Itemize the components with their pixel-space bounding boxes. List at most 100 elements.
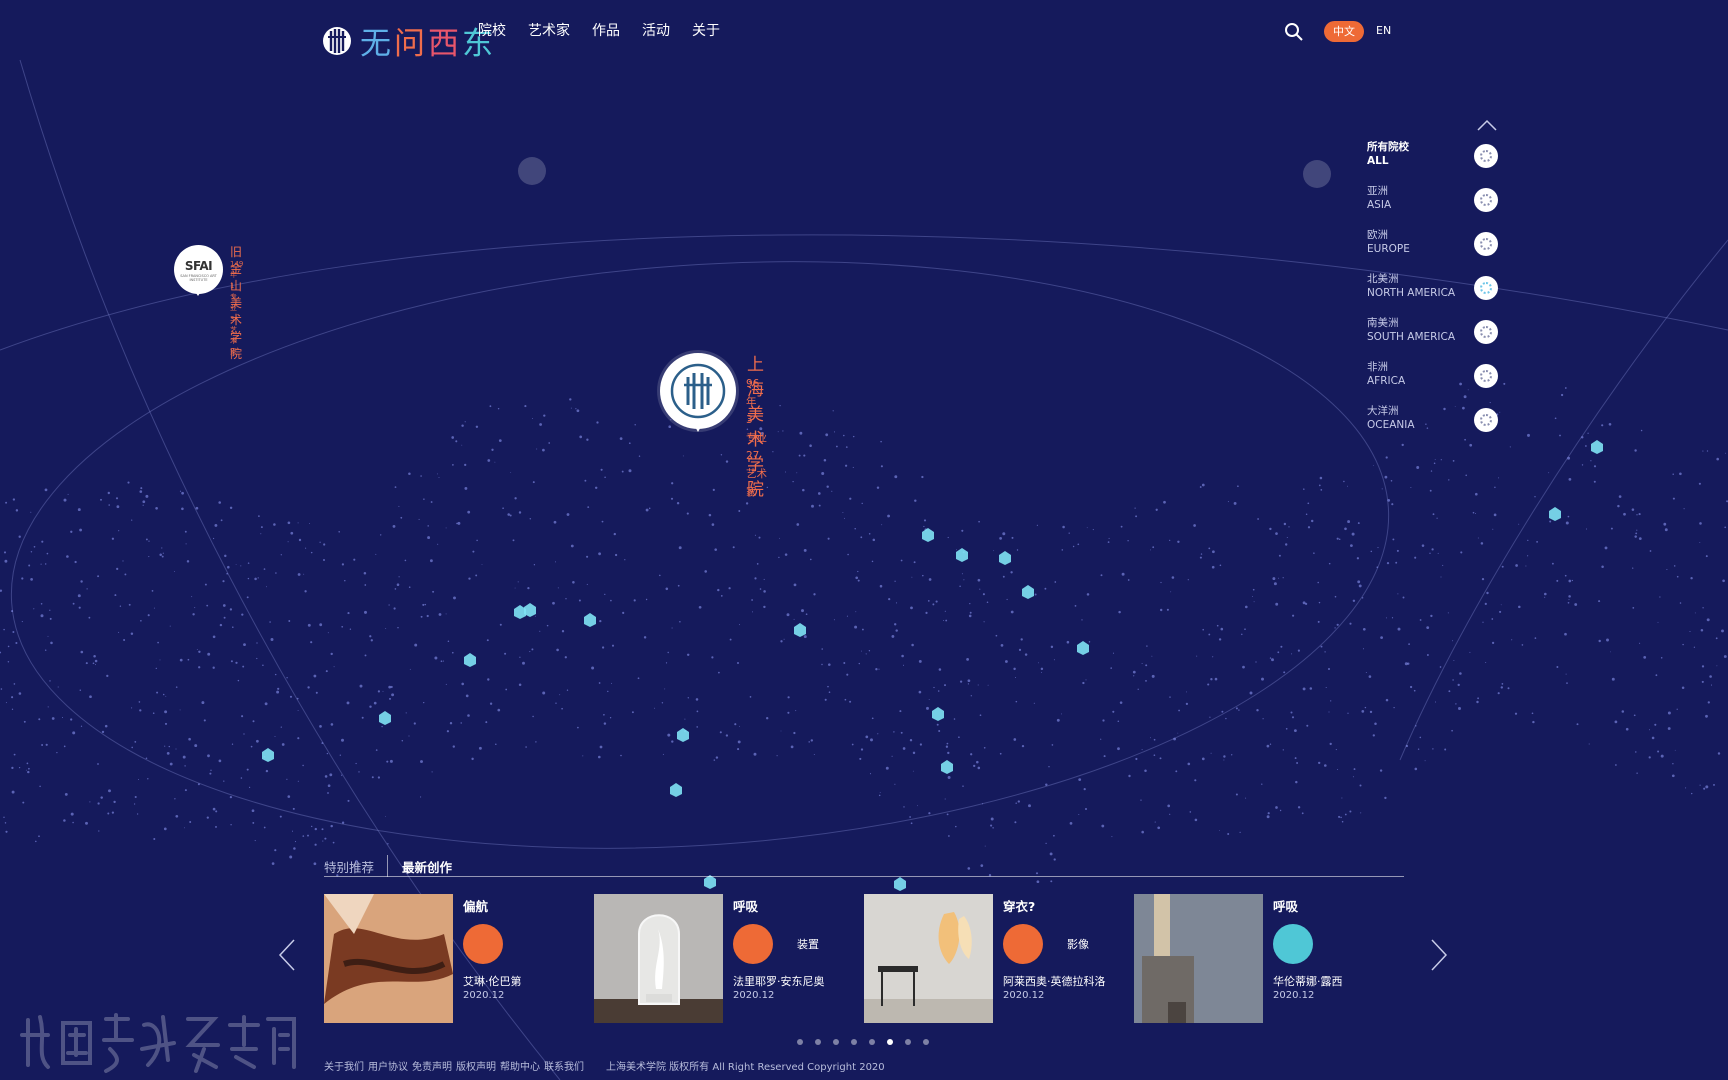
work-card[interactable]: 偏航 艾琳·伦巴第 2020.12 — [324, 894, 574, 1024]
pager-dot[interactable] — [851, 1039, 857, 1045]
tab-latest[interactable]: 最新创作 — [402, 857, 452, 876]
footer-link-about[interactable]: 关于我们 — [324, 1058, 364, 1073]
carousel-prev-icon[interactable] — [278, 938, 296, 972]
school-crystal-marker[interactable] — [1077, 641, 1089, 655]
school-crystal-marker[interactable] — [894, 877, 906, 891]
region-africa[interactable]: 非洲 AFRICA — [1367, 360, 1501, 404]
school-crystal-marker[interactable] — [1022, 585, 1034, 599]
region-north-america[interactable]: 北美洲 NORTH AMERICA — [1367, 272, 1501, 316]
chevron-up-icon[interactable] — [1476, 118, 1498, 132]
sfai-logo[interactable]: SFAI SAN FRANCISCO ART INSTITUTE — [174, 245, 223, 296]
pager-dot[interactable] — [905, 1039, 911, 1045]
school-crystal-marker[interactable] — [794, 623, 806, 637]
work-thumbnail[interactable] — [594, 894, 723, 1023]
school-crystal-marker[interactable] — [677, 728, 689, 742]
artist-avatar[interactable] — [1003, 924, 1043, 964]
region-emblem-icon[interactable] — [1474, 320, 1498, 344]
footer-link-copyright[interactable]: 版权声明 — [456, 1058, 496, 1073]
pager-dot[interactable] — [797, 1039, 803, 1045]
terrain-dot — [510, 471, 512, 473]
artist-name[interactable]: 华伦蒂娜·露西 — [1273, 973, 1343, 989]
school-crystal-marker[interactable] — [584, 613, 596, 627]
terrain-dot — [212, 807, 216, 811]
school-crystal-marker[interactable] — [1591, 440, 1603, 454]
work-thumbnail[interactable] — [324, 894, 453, 1023]
pager-dot[interactable] — [923, 1039, 929, 1045]
region-emblem-icon[interactable] — [1474, 276, 1498, 300]
terrain-dot — [1421, 544, 1425, 547]
school-crystal-marker[interactable] — [704, 875, 716, 889]
footer-link-disclaimer[interactable]: 免责声明 — [412, 1058, 452, 1073]
region-south-america[interactable]: 南美洲 SOUTH AMERICA — [1367, 316, 1501, 360]
language-chinese-button[interactable]: 中文 — [1324, 21, 1364, 42]
pager-dot[interactable] — [815, 1039, 821, 1045]
footer-link-help[interactable]: 帮助中心 — [500, 1058, 540, 1073]
artist-avatar[interactable] — [463, 924, 503, 964]
site-logo[interactable]: 无问西东 — [322, 18, 496, 63]
footer-link-contact[interactable]: 联系我们 — [544, 1058, 584, 1073]
artist-name[interactable]: 法里耶罗·安东尼奥 — [733, 973, 825, 989]
artist-avatar[interactable] — [1273, 924, 1313, 964]
region-emblem-icon[interactable] — [1474, 144, 1498, 168]
terrain-dot — [881, 524, 883, 526]
region-all[interactable]: 所有院校 ALL — [1367, 140, 1501, 184]
pager-dot-active[interactable] — [887, 1039, 893, 1045]
terrain-dot — [145, 757, 148, 759]
tab-featured[interactable]: 特别推荐 — [324, 857, 374, 876]
school-crystal-marker[interactable] — [464, 653, 476, 667]
school-crystal-marker[interactable] — [379, 711, 391, 725]
nav-works[interactable]: 作品 — [592, 20, 620, 40]
region-europe[interactable]: 欧洲 EUROPE — [1367, 228, 1501, 272]
carousel-next-icon[interactable] — [1430, 938, 1448, 972]
work-thumbnail[interactable] — [1134, 894, 1263, 1023]
terrain-dot — [310, 551, 313, 554]
school-crystal-marker[interactable] — [932, 707, 944, 721]
school-crystal-marker[interactable] — [941, 760, 953, 774]
distant-school-marker[interactable] — [518, 157, 546, 185]
school-crystal-marker[interactable] — [956, 548, 968, 562]
terrain-dot — [35, 840, 37, 843]
region-asia[interactable]: 亚洲 ASIA — [1367, 184, 1501, 228]
terrain-dot — [1319, 476, 1323, 480]
work-title[interactable]: 呼吸 — [1273, 896, 1298, 915]
search-icon[interactable] — [1284, 22, 1304, 42]
work-card[interactable]: 穿衣? 影像 阿莱西奥·英德拉科洛 2020.12 — [864, 894, 1114, 1024]
region-emblem-icon[interactable] — [1474, 408, 1498, 432]
work-title[interactable]: 穿衣? — [1003, 896, 1035, 915]
footer-link-terms[interactable]: 用户协议 — [368, 1058, 408, 1073]
nav-events[interactable]: 活动 — [642, 20, 670, 40]
region-oceania[interactable]: 大洋洲 OCEANIA — [1367, 404, 1501, 448]
artist-name[interactable]: 阿莱西奥·英德拉科洛 — [1003, 973, 1106, 989]
work-type: 装置 — [797, 938, 819, 951]
work-card[interactable]: 呼吸 装置 法里耶罗·安东尼奥 2020.12 — [594, 894, 844, 1024]
artist-name[interactable]: 艾琳·伦巴第 — [463, 973, 522, 989]
school-crystal-marker[interactable] — [670, 783, 682, 797]
school-crystal-marker[interactable] — [1549, 507, 1561, 521]
work-title[interactable]: 偏航 — [463, 896, 488, 915]
artist-avatar[interactable] — [733, 924, 773, 964]
school-crystal-marker[interactable] — [262, 748, 274, 762]
pager-dot[interactable] — [833, 1039, 839, 1045]
nav-schools[interactable]: 院校 — [478, 20, 506, 40]
terrain-dot — [1241, 633, 1243, 636]
work-thumbnail[interactable] — [864, 894, 993, 1023]
work-title[interactable]: 呼吸 — [733, 896, 758, 915]
language-english-button[interactable]: EN — [1376, 24, 1391, 37]
school-crystal-marker[interactable] — [999, 551, 1011, 565]
school-crystal-marker[interactable] — [922, 528, 934, 542]
region-emblem-icon[interactable] — [1474, 232, 1498, 256]
shanghai-academy-logo[interactable] — [660, 353, 736, 432]
region-emblem-icon[interactable] — [1474, 188, 1498, 212]
nav-artists[interactable]: 艺术家 — [528, 20, 570, 40]
region-emblem-icon[interactable] — [1474, 364, 1498, 388]
terrain-dot — [855, 576, 859, 580]
terrain-dot — [1430, 614, 1433, 618]
nav-about[interactable]: 关于 — [692, 20, 720, 40]
terrain-dot — [796, 523, 800, 526]
terrain-dot — [868, 533, 871, 535]
terrain-dot — [725, 734, 729, 737]
work-card[interactable]: 呼吸 华伦蒂娜·露西 2020.12 — [1134, 894, 1384, 1024]
pager-dot[interactable] — [869, 1039, 875, 1045]
terrain-dot — [302, 764, 304, 767]
distant-school-marker[interactable] — [1303, 160, 1331, 188]
